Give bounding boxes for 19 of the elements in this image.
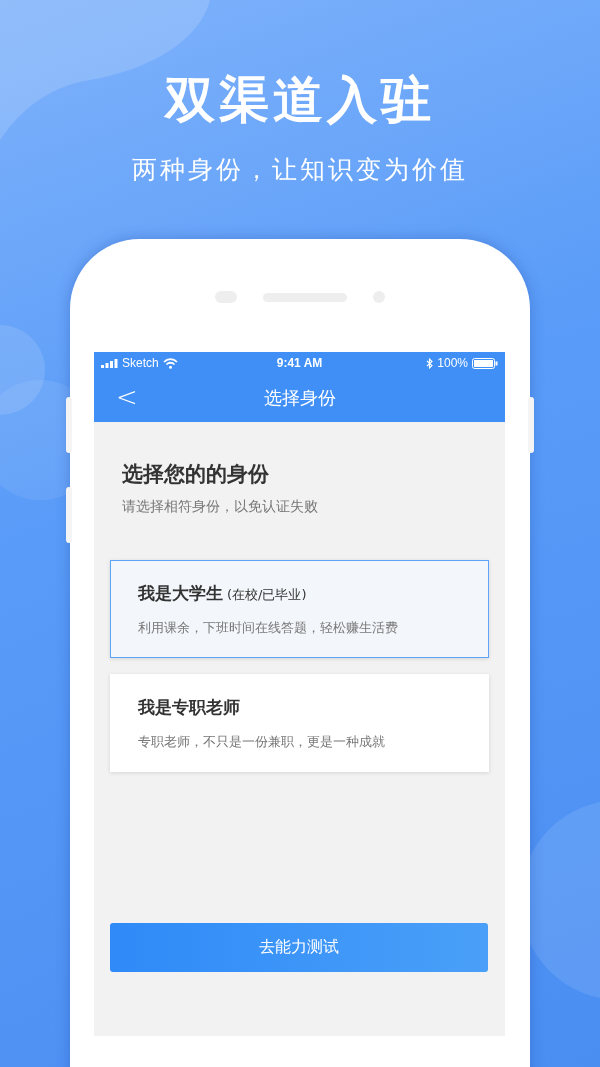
identity-option[interactable]: 我是专职老师 专职老师，不只是一份兼职，更是一种成就 [110,674,489,772]
status-time: 9:41 AM [276,356,323,370]
carrier-label: Sketch [122,356,159,370]
battery-icon [472,357,498,369]
option-title: 我是大学生 [138,582,223,605]
bluetooth-icon [426,357,434,369]
option-title: 我是专职老师 [138,696,240,719]
identity-option[interactable]: 我是大学生 (在校/已毕业) 利用课余，下班时间在线答题，轻松赚生活费 [110,560,489,658]
headline: 双渠道入驻 [165,70,435,131]
wifi-icon [162,357,178,369]
page-subheading: 请选择相符身份，以免认证失败 [122,498,319,516]
battery-percent: 100% [437,356,468,370]
tagline: 两种身份，让知识变为价值 [132,154,468,186]
page-heading: 选择您的的身份 [122,461,270,488]
signal-icon [101,358,118,368]
nav-title: 选择身份 [263,386,336,410]
option-description: 利用课余，下班时间在线答题，轻松赚生活费 [138,619,399,637]
option-note: (在校/已毕业) [227,586,307,604]
option-description: 专职老师，不只是一份兼职，更是一种成就 [138,733,386,751]
